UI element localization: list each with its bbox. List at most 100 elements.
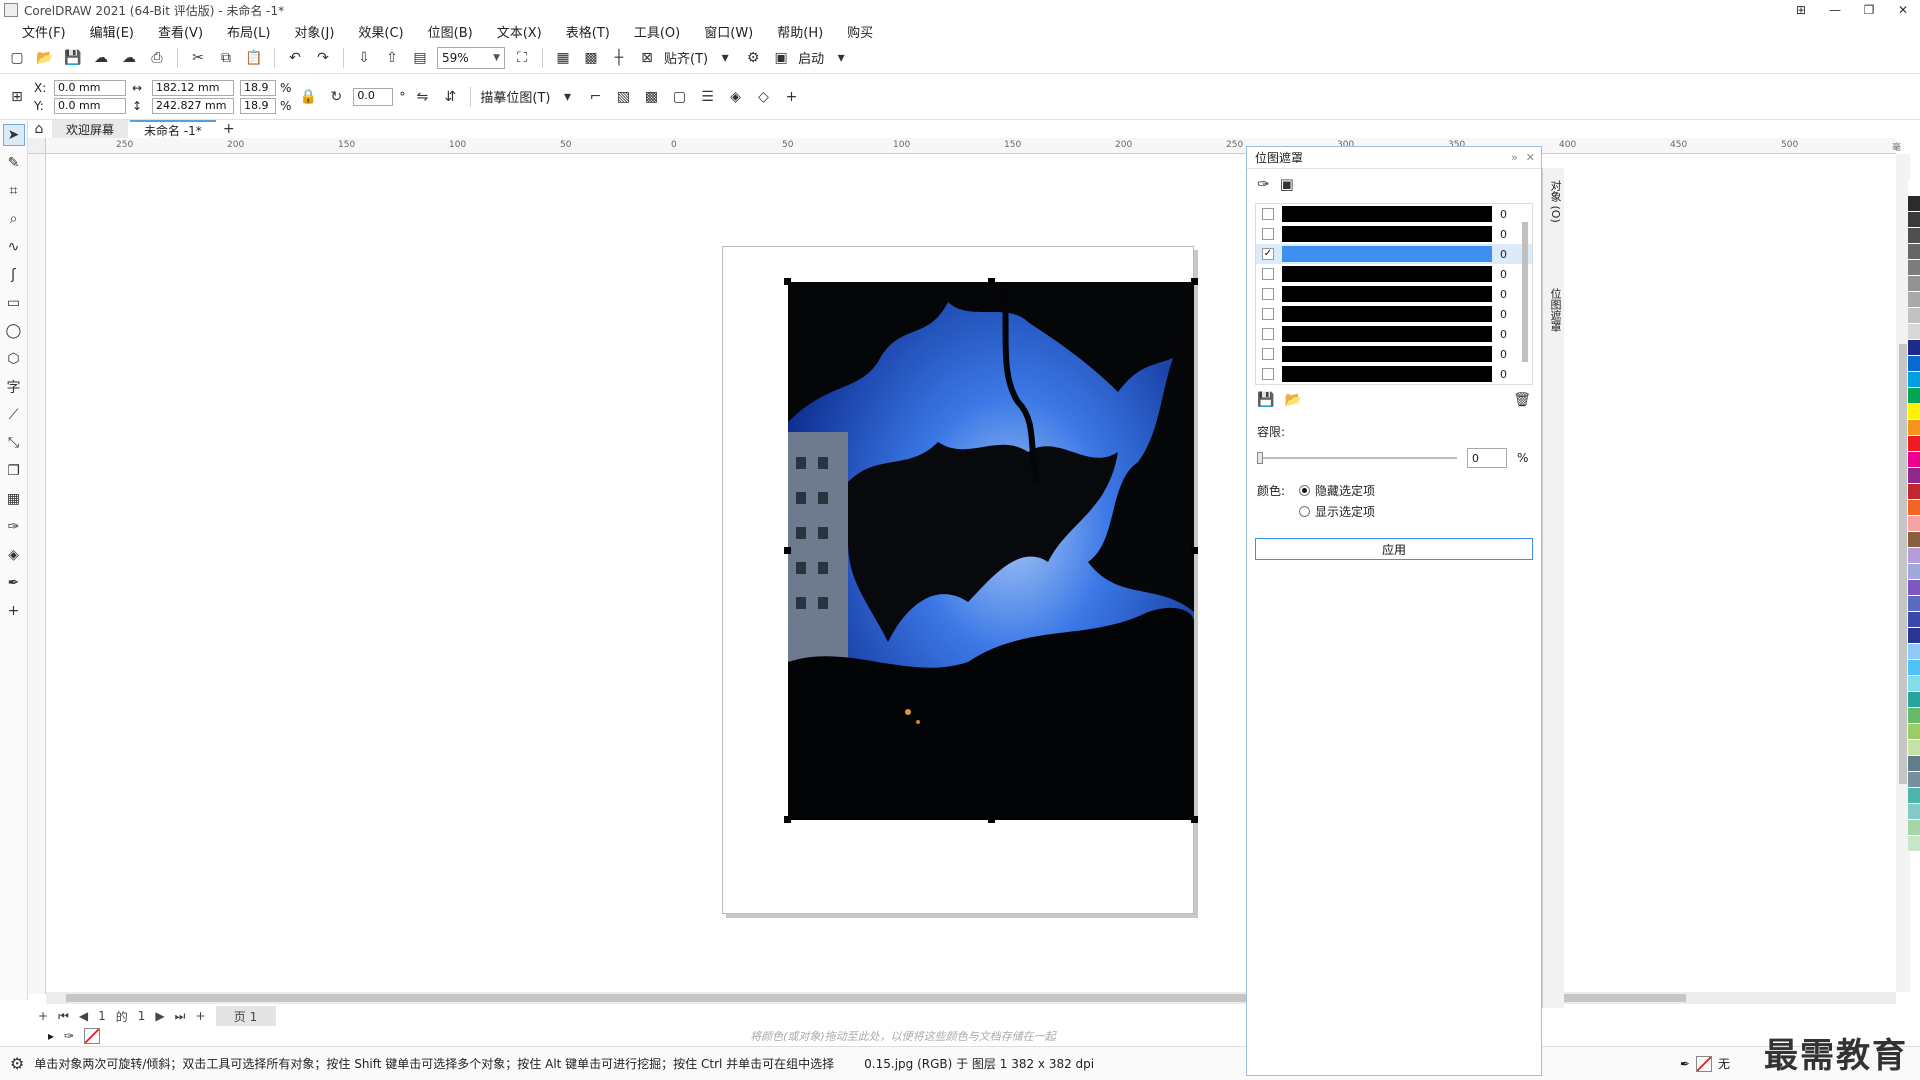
tolerance-slider[interactable] (1257, 451, 1457, 465)
color-swatch[interactable] (1908, 340, 1920, 356)
color-swatch[interactable] (1908, 436, 1920, 452)
new-tab-plus-icon[interactable]: + (218, 118, 240, 140)
drop-shadow-icon[interactable]: ❐ (3, 460, 25, 482)
freehand-tool-icon[interactable]: ∿ (3, 236, 25, 258)
color-swatch[interactable] (1908, 836, 1920, 852)
no-color-swatch[interactable] (84, 1028, 101, 1044)
x-position-input[interactable]: 0.0 mm (54, 79, 126, 96)
mirror-horizontal-icon[interactable]: ⇋ (411, 86, 433, 108)
color-swatch[interactable] (1908, 484, 1920, 500)
mask-row-checkbox[interactable] (1262, 368, 1274, 380)
menu-edit[interactable]: 编辑(E) (78, 22, 146, 41)
menu-text[interactable]: 文本(X) (485, 22, 554, 41)
menu-effects[interactable]: 效果(C) (346, 22, 415, 41)
color-swatch[interactable] (1908, 356, 1920, 372)
color-swatch[interactable] (1908, 292, 1920, 308)
lock-ratio-icon[interactable]: 🔒 (297, 86, 319, 108)
smart-fill-icon[interactable]: ✒ (3, 572, 25, 594)
mask-row-checkbox[interactable] (1262, 268, 1274, 280)
resample-icon[interactable]: ▩ (641, 86, 663, 108)
menu-view[interactable]: 查看(V) (146, 22, 215, 41)
color-swatch[interactable] (1908, 708, 1920, 724)
object-origin-icon[interactable]: ⊞ (6, 86, 28, 108)
color-swatch[interactable] (1908, 596, 1920, 612)
height-input[interactable]: 242.827 mm (152, 97, 234, 114)
color-swatch[interactable] (1908, 180, 1920, 196)
color-swatch[interactable] (1908, 564, 1920, 580)
mask-row-checkbox[interactable]: ✓ (1262, 248, 1274, 260)
redo-icon[interactable]: ↷ (312, 47, 334, 69)
zoom-tool-icon[interactable]: ⌕ (3, 208, 25, 230)
palette-expand-icon[interactable]: ▸ (48, 1029, 54, 1043)
mask-color-row[interactable]: ✓ 0 (1256, 244, 1532, 264)
chevron-down-icon[interactable]: ▾ (557, 86, 579, 108)
color-swatch[interactable] (1908, 276, 1920, 292)
color-swatch[interactable] (1908, 324, 1920, 340)
color-swatch[interactable] (1908, 772, 1920, 788)
home-icon[interactable]: ⌂ (28, 118, 50, 140)
color-swatch[interactable] (1908, 228, 1920, 244)
horizontal-scrollbar[interactable] (46, 992, 1896, 1004)
open-folder-icon[interactable]: 📂 (34, 47, 56, 69)
color-swatch[interactable] (1908, 260, 1920, 276)
color-swatch[interactable] (1908, 308, 1920, 324)
color-swatch[interactable] (1908, 196, 1920, 212)
apply-button[interactable]: 应用 (1255, 538, 1533, 560)
close-icon[interactable]: ✕ (1886, 0, 1920, 20)
color-swatch[interactable] (1908, 660, 1920, 676)
rotation-input[interactable]: 0.0 (353, 87, 394, 106)
scrollbar-thumb[interactable] (1899, 344, 1907, 784)
drawing-canvas[interactable] (46, 154, 1896, 992)
crop-bitmap-icon[interactable]: ⌐ (585, 86, 607, 108)
last-page-icon[interactable]: ⏭ (175, 1009, 186, 1024)
resize-handle-top-left[interactable] (784, 278, 791, 285)
parallel-dimension-icon[interactable]: ⟋ (3, 404, 25, 426)
next-page-icon[interactable]: ▶ (155, 1009, 164, 1023)
resize-handle-bottom[interactable] (988, 816, 995, 823)
maximize-icon[interactable]: ❐ (1852, 0, 1886, 20)
color-swatch[interactable] (1908, 404, 1920, 420)
mask-color-row[interactable]: 0 (1256, 264, 1532, 284)
text-tool-icon[interactable]: 字 (3, 376, 25, 398)
radio-show-selected[interactable]: 显示选定项 (1299, 503, 1375, 520)
fill-status[interactable]: ✒ 无 (1680, 1055, 1730, 1072)
color-swatch[interactable] (1908, 468, 1920, 484)
color-swatch[interactable] (1908, 820, 1920, 836)
slider-handle[interactable] (1257, 452, 1263, 464)
eyedropper-tool-icon[interactable]: ✑ (3, 516, 25, 538)
undo-icon[interactable]: ↶ (284, 47, 306, 69)
color-swatch[interactable] (1908, 724, 1920, 740)
color-swatch[interactable] (1908, 628, 1920, 644)
color-swatch[interactable] (1908, 804, 1920, 820)
tab-untitled-document[interactable]: 未命名 -1* (130, 120, 216, 138)
print-icon[interactable]: ⎙ (146, 47, 168, 69)
scale-y-input[interactable]: 18.9 (240, 97, 276, 114)
docker-tab-bitmap-mask[interactable]: 位图遮罩 (1545, 288, 1563, 332)
guidelines-icon[interactable]: ┼ (608, 47, 630, 69)
export-icon[interactable]: ⇧ (381, 47, 403, 69)
horizontal-ruler[interactable]: 250 200 150 100 50 0 50 100 150 200 250 300 350 400 45… (46, 138, 1901, 166)
color-swatch[interactable] (1908, 388, 1920, 404)
add-icon[interactable]: + (781, 86, 803, 108)
cloud-download-icon[interactable]: ☁ (90, 47, 112, 69)
menu-object[interactable]: 对象(J) (282, 22, 346, 41)
mask-row-checkbox[interactable] (1262, 208, 1274, 220)
launch-icon[interactable]: ▣ (770, 47, 792, 69)
menu-tools[interactable]: 工具(O) (622, 22, 692, 41)
edit-bitmap-icon[interactable]: ▧ (613, 86, 635, 108)
crop-tool-icon[interactable]: ⌗ (3, 180, 25, 202)
color-swatch[interactable] (1908, 788, 1920, 804)
connector-tool-icon[interactable]: ⤡ (3, 432, 25, 454)
import-icon[interactable]: ⇩ (353, 47, 375, 69)
resize-handle-right[interactable] (1191, 547, 1198, 554)
trash-icon[interactable]: 🗑 (1513, 392, 1531, 408)
paste-icon[interactable]: 📋 (243, 47, 265, 69)
first-page-icon[interactable]: ⏮ (58, 1009, 69, 1024)
new-document-icon[interactable]: ▢ (6, 47, 28, 69)
mask-color-row[interactable]: 0 (1256, 284, 1532, 304)
resize-handle-left[interactable] (784, 547, 791, 554)
pick-tool-icon[interactable]: ➤ (2, 124, 25, 146)
menu-bitmaps[interactable]: 位图(B) (416, 22, 485, 41)
artistic-media-icon[interactable]: ʃ (3, 264, 25, 286)
eyedropper-icon[interactable]: ✑ (64, 1029, 74, 1043)
